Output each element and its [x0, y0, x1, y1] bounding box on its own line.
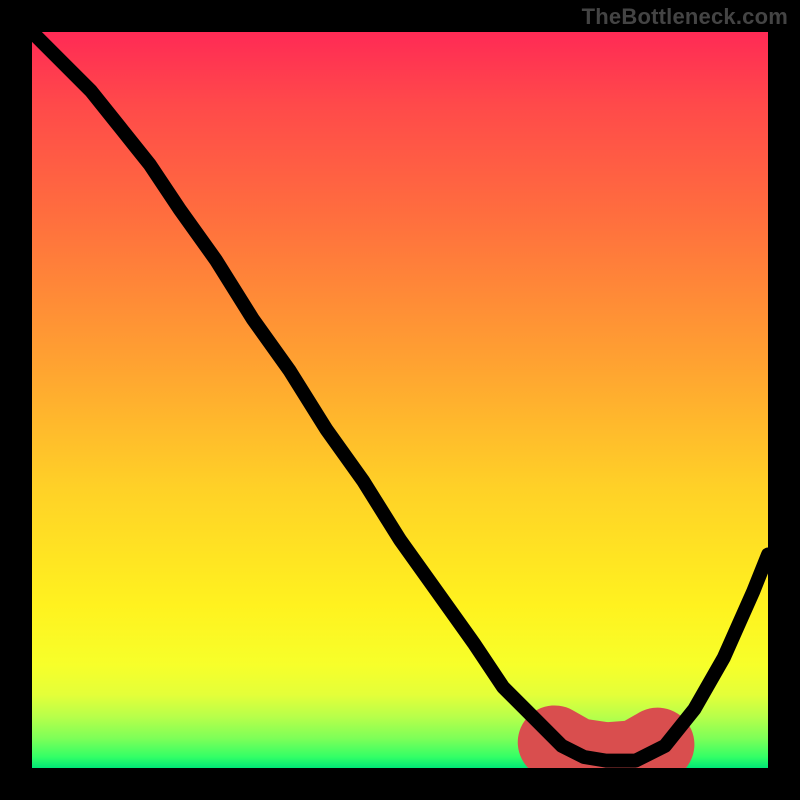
plot-area	[32, 32, 768, 768]
curve-svg	[32, 32, 768, 768]
watermark-text: TheBottleneck.com	[582, 4, 788, 30]
chart-frame: TheBottleneck.com	[0, 0, 800, 800]
curve-path	[32, 32, 768, 761]
